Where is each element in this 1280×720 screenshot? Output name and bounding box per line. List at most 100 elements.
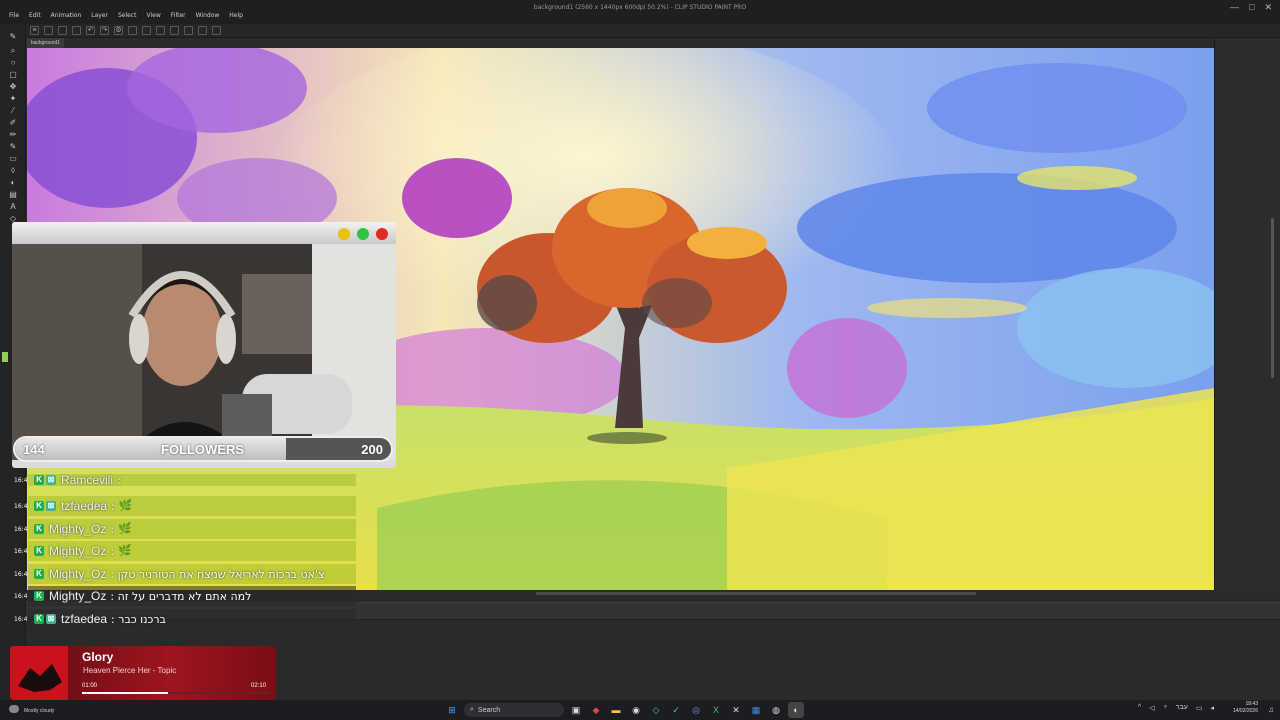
- undo-icon[interactable]: ↶: [86, 26, 95, 35]
- chat-text: : ברכנו כבר: [111, 612, 166, 626]
- discord-icon[interactable]: ◎: [688, 702, 704, 718]
- panel-scrollbar[interactable]: [1271, 218, 1274, 378]
- chat-text: :: [110, 544, 115, 558]
- cloud-icon: [9, 705, 19, 713]
- gradient-tool-icon[interactable]: ▤: [8, 190, 18, 199]
- kick-badge-icon: K: [34, 524, 44, 534]
- excel-icon[interactable]: X: [708, 702, 724, 718]
- chrome-icon[interactable]: ◍: [768, 702, 784, 718]
- folder-icon[interactable]: ▬: [608, 702, 624, 718]
- ruler-icon[interactable]: [170, 26, 179, 35]
- chevron-up-icon[interactable]: ^: [1138, 704, 1141, 712]
- chat-user: Mighty_Oz: [49, 544, 107, 558]
- minimize-button[interactable]: —: [1230, 2, 1239, 13]
- notifications-icon[interactable]: ♫: [1268, 705, 1274, 714]
- select-tool-icon[interactable]: ▢: [8, 70, 18, 79]
- move-tool-icon[interactable]: ✥: [8, 82, 18, 91]
- mic-icon[interactable]: ♆: [1163, 704, 1168, 712]
- taskbar-clock[interactable]: 18:43 14/02/2026: [1233, 701, 1258, 715]
- chat-text: : למה אתם לא מדברים על זה: [110, 589, 252, 603]
- steam-icon[interactable]: ✓: [668, 702, 684, 718]
- redo-icon[interactable]: ↷: [100, 26, 109, 35]
- tree-highlight: [587, 188, 667, 228]
- save-icon[interactable]: [72, 26, 81, 35]
- search-placeholder: Search: [477, 706, 501, 714]
- menu-icon[interactable]: ≡: [30, 26, 39, 35]
- transform-icon[interactable]: [142, 26, 151, 35]
- taskbar-search[interactable]: ⌕ Search: [464, 703, 564, 717]
- menu-animation[interactable]: Animation: [46, 12, 87, 19]
- track-progress-fill: [82, 692, 169, 694]
- new-icon[interactable]: [44, 26, 53, 35]
- language-indicator[interactable]: עבר: [1176, 704, 1188, 712]
- main-color-swatch[interactable]: [2, 352, 8, 362]
- zoom-tool-icon[interactable]: ⌕: [8, 46, 18, 55]
- chat-user: Mighty_Oz: [49, 522, 107, 536]
- pen-tool-icon[interactable]: ✎: [8, 32, 18, 41]
- chat-message: 16:4 K Mighty_Oz : למה אתם לא מדברים על …: [14, 586, 358, 606]
- weather-text[interactable]: Mostly cloudy: [24, 708, 54, 714]
- maximize-button[interactable]: □: [1249, 2, 1254, 13]
- magenta-cloud: [402, 158, 512, 238]
- followers-progress-fill: [15, 438, 286, 460]
- text-tool-icon[interactable]: A: [8, 202, 18, 211]
- photos-icon[interactable]: ▦: [748, 702, 764, 718]
- display-icon[interactable]: ▭: [1196, 704, 1203, 712]
- open-icon[interactable]: [58, 26, 67, 35]
- blend-tool-icon[interactable]: ◊: [8, 166, 18, 175]
- airbrush-tool-icon[interactable]: ✎: [8, 142, 18, 151]
- tree-shade: [477, 275, 537, 331]
- chat-user: Mighty_Oz: [49, 589, 107, 603]
- brush-tool-icon[interactable]: ✐: [8, 118, 18, 127]
- yellow-dot-icon: [338, 228, 350, 240]
- wand-tool-icon[interactable]: ✦: [8, 94, 18, 103]
- select-icon[interactable]: [156, 26, 165, 35]
- sub-badge-icon: ⊠: [46, 501, 56, 511]
- chat-user: tzfaedea: [61, 499, 108, 513]
- chat-text: : צ'אט ברכות לאריאל שניצח את הטורניר טקן: [110, 567, 325, 581]
- eraser-tool-icon[interactable]: ▭: [8, 154, 18, 163]
- blue-cloud: [797, 173, 1177, 283]
- menu-select[interactable]: Select: [113, 12, 142, 19]
- track-artist: Heaven Pierce Her - Topic: [83, 666, 177, 675]
- menu-window[interactable]: Window: [191, 12, 225, 19]
- chat-time: 16:4: [14, 615, 28, 623]
- now-playing-widget: Glory Heaven Pierce Her - Topic 01:00 02…: [10, 646, 276, 700]
- capcut-icon[interactable]: ✕: [728, 702, 744, 718]
- fill-tool-icon[interactable]: ◐: [8, 178, 18, 187]
- close-button[interactable]: ✕: [1264, 2, 1272, 13]
- pen-icon[interactable]: [184, 26, 193, 35]
- horizontal-scrollbar[interactable]: [536, 592, 976, 595]
- settings-icon[interactable]: ⚙: [114, 26, 123, 35]
- clock-time: 18:43: [1245, 701, 1258, 707]
- pencil-tool-icon[interactable]: ✏: [8, 130, 18, 139]
- menu-edit[interactable]: Edit: [24, 12, 46, 19]
- menu-help[interactable]: Help: [224, 12, 248, 19]
- lasso-tool-icon[interactable]: ○: [8, 58, 18, 67]
- chat-time: 16:4: [14, 476, 28, 484]
- clip-studio-icon[interactable]: ◐: [788, 702, 804, 718]
- menu-view[interactable]: View: [142, 12, 166, 19]
- chat-user: Ramcevili: [61, 474, 114, 486]
- kick-badge-icon: K: [34, 569, 44, 579]
- task-view-icon[interactable]: ▣: [568, 702, 584, 718]
- chat-user: Mighty_Oz: [49, 567, 107, 581]
- search-icon: ⌕: [470, 706, 474, 713]
- app-icon[interactable]: ◇: [648, 702, 664, 718]
- document-tab[interactable]: background1: [27, 38, 64, 48]
- menu-layer[interactable]: Layer: [86, 12, 113, 19]
- menu-file[interactable]: File: [4, 12, 24, 19]
- start-icon[interactable]: ⊞: [444, 702, 460, 718]
- webcam-overlay: 144 FOLLOWERS 200: [12, 222, 396, 468]
- speaker-icon[interactable]: ◂: [1210, 704, 1214, 712]
- layer-icon[interactable]: [198, 26, 207, 35]
- chat-time: 16:4: [14, 592, 28, 600]
- brave-icon[interactable]: ◆: [588, 702, 604, 718]
- emote-icon: 🌿: [118, 545, 132, 557]
- grid-icon[interactable]: [212, 26, 221, 35]
- obs-icon[interactable]: ◉: [628, 702, 644, 718]
- fill-icon[interactable]: [128, 26, 137, 35]
- menu-filter[interactable]: Filter: [166, 12, 191, 19]
- volume-icon[interactable]: ◁: [1149, 704, 1154, 712]
- eyedropper-tool-icon[interactable]: ⁄: [8, 106, 18, 115]
